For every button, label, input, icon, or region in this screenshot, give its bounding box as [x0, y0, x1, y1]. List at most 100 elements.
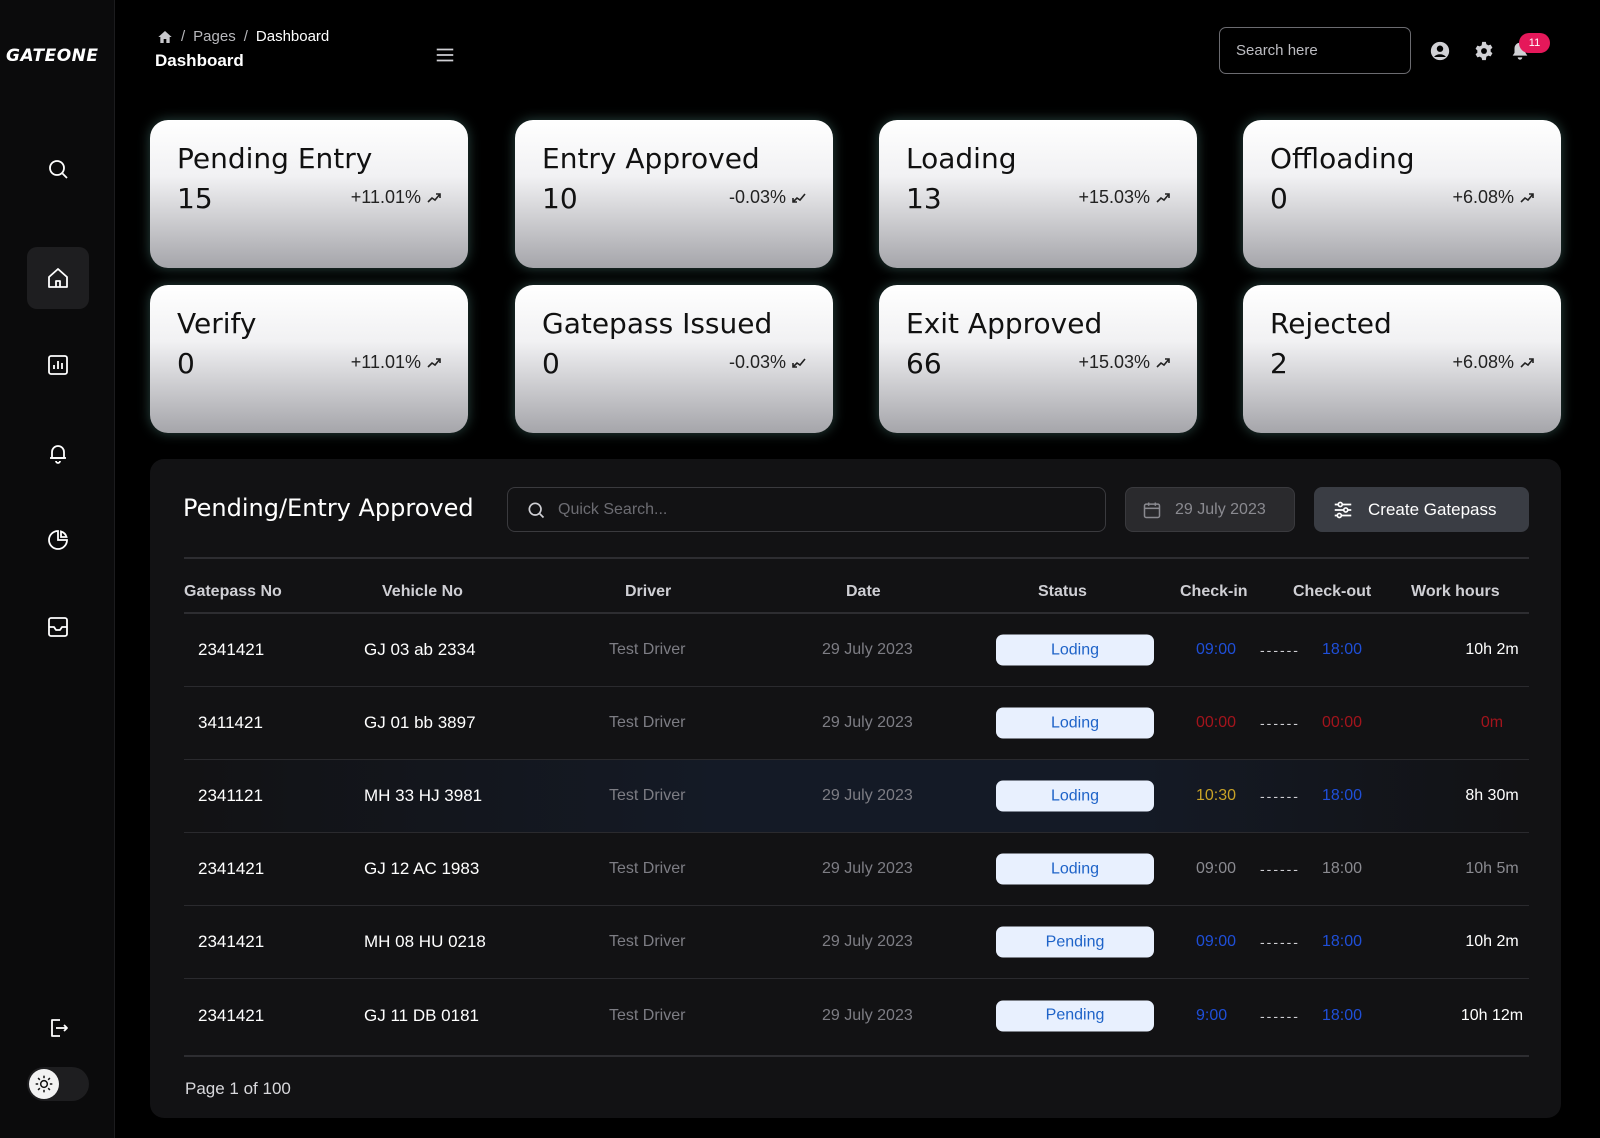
table-row[interactable]: 2341421 GJ 11 DB 0181 Test Driver 29 July 2…: [184, 979, 1529, 1052]
stat-card-change-value: +11.01%: [350, 187, 421, 207]
sidebar-home-button[interactable]: [27, 247, 89, 309]
stat-card[interactable]: Loading 13 +15.03%: [879, 120, 1197, 268]
time-separator: ------: [1260, 861, 1300, 877]
cell-vehicle-no: GJ 12 AC 1983: [364, 859, 480, 878]
cell-work-hours: 10h 2m: [1465, 933, 1519, 950]
cell-driver: Test Driver: [609, 714, 686, 731]
pie-chart-icon: [48, 530, 68, 550]
status-badge[interactable]: Pending: [996, 1000, 1154, 1031]
date-picker-label: 29 July 2023: [1175, 500, 1266, 518]
logout-icon: [51, 1019, 68, 1037]
sidebar-notifications-button[interactable]: [27, 422, 89, 484]
table-row[interactable]: 2341421 GJ 12 AC 1983 Test Driver 29 July 2…: [184, 833, 1529, 906]
table-row[interactable]: 2341421 MH 08 HU 0218 Test Driver 29 July 2…: [184, 906, 1529, 979]
sidebar-reports-button[interactable]: [27, 334, 89, 396]
column-header-vehicle[interactable]: Vehicle No: [382, 583, 463, 601]
status-badge[interactable]: Pending: [996, 926, 1154, 958]
stat-card[interactable]: Verify 0 +11.01%: [150, 285, 468, 433]
breadcrumb-pages[interactable]: Pages: [193, 28, 236, 45]
stat-card[interactable]: Offloading 0 +6.08%: [1243, 120, 1561, 268]
cell-date: 29 July 2023: [822, 714, 913, 731]
stat-card-title: Rejected: [1270, 307, 1392, 340]
table-row[interactable]: 3411421 GJ 01 bb 3897 Test Driver 29 July 2…: [184, 687, 1529, 760]
theme-toggle-knob[interactable]: [29, 1069, 59, 1099]
header-search-input[interactable]: [1219, 27, 1411, 74]
page-title: Dashboard: [155, 51, 244, 70]
cell-gatepass-no: 2341421: [198, 932, 265, 951]
column-header-driver[interactable]: Driver: [625, 583, 671, 601]
gear-icon[interactable]: [1473, 40, 1495, 62]
time-separator: ------: [1260, 1007, 1300, 1024]
sidebar: GATEONE: [0, 0, 115, 1138]
app-logo[interactable]: GATEONE: [6, 46, 98, 66]
stat-card[interactable]: Gatepass Issued 0 -0.03%: [515, 285, 833, 433]
home-icon: [48, 268, 68, 288]
cell-driver: Test Driver: [609, 641, 686, 658]
stat-card-value: 0: [1270, 182, 1288, 215]
stat-card-change: +11.01%: [351, 352, 442, 373]
cell-vehicle-no: GJ 03 ab 2334: [364, 640, 476, 659]
stat-card[interactable]: Exit Approved 66 +15.03%: [879, 285, 1197, 433]
create-gatepass-button[interactable]: Create Gatepass: [1314, 487, 1529, 532]
notification-badge[interactable]: 11: [1519, 33, 1550, 53]
breadcrumb: / Pages / Dashboard: [157, 28, 329, 45]
cell-work-hours: 8h 30m: [1465, 787, 1519, 804]
trend-down-icon: [792, 192, 806, 203]
stat-card-title: Loading: [906, 142, 1017, 175]
user-icon[interactable]: [1429, 40, 1451, 62]
cell-checkout: 18:00: [1322, 787, 1363, 804]
menu-icon[interactable]: [434, 44, 456, 66]
column-header-checkout[interactable]: Check-out: [1293, 583, 1371, 601]
theme-toggle[interactable]: [27, 1067, 89, 1101]
column-header-gatepass[interactable]: Gatepass No: [184, 583, 282, 601]
search-icon: [49, 160, 68, 179]
column-header-date[interactable]: Date: [846, 583, 881, 601]
stat-card[interactable]: Entry Approved 10 -0.03%: [515, 120, 833, 268]
stat-card-title: Exit Approved: [906, 307, 1103, 340]
stat-card[interactable]: Pending Entry 15 +11.01%: [150, 120, 468, 268]
time-separator: ------: [1260, 934, 1300, 950]
cell-work-hours: 10h 2m: [1465, 641, 1519, 658]
stat-card[interactable]: Rejected 2 +6.08%: [1243, 285, 1561, 433]
cell-gatepass-no: 3411421: [198, 713, 263, 732]
column-header-checkin[interactable]: Check-in: [1180, 583, 1248, 601]
stat-card-change: -0.03%: [729, 187, 807, 208]
column-header-status[interactable]: Status: [1038, 583, 1087, 601]
quick-search-input[interactable]: [558, 500, 1078, 519]
sidebar-inbox-button[interactable]: [27, 596, 89, 658]
cell-vehicle-no: MH 08 HU 0218: [364, 932, 486, 951]
stat-card-change: +6.08%: [1452, 352, 1535, 373]
cell-checkin: 09:00: [1196, 933, 1237, 950]
cell-checkin: 00:00: [1196, 714, 1237, 731]
breadcrumb-separator: /: [243, 28, 248, 45]
stat-card-value: 15: [177, 182, 213, 215]
status-badge[interactable]: Loding: [996, 780, 1154, 812]
trend-up-icon: [1156, 357, 1170, 368]
cell-date: 29 July 2023: [822, 787, 913, 804]
cell-date: 29 July 2023: [822, 1006, 913, 1024]
sidebar-analytics-button[interactable]: [27, 509, 89, 571]
sidebar-search-button[interactable]: [27, 138, 89, 200]
cell-work-hours: 10h 12m: [1460, 1006, 1524, 1024]
cell-driver: Test Driver: [609, 787, 686, 804]
status-badge[interactable]: Loding: [996, 853, 1154, 885]
chart-icon: [48, 355, 68, 375]
quick-search[interactable]: [507, 487, 1106, 532]
status-badge[interactable]: Loding: [996, 707, 1154, 739]
cell-checkout: 18:00: [1322, 860, 1363, 877]
table-row[interactable]: 2341421 GJ 03 ab 2334 Test Driver 29 July 2…: [184, 614, 1529, 687]
stat-card-value: 0: [542, 347, 560, 380]
cell-checkout: 00:00: [1322, 714, 1363, 731]
status-badge[interactable]: Loding: [996, 634, 1154, 666]
cell-work-hours: 10h 5m: [1465, 860, 1519, 877]
table-row[interactable]: 2341121 MH 33 HJ 3981 Test Driver 29 July 2…: [184, 760, 1529, 833]
trend-down-icon: [792, 357, 806, 368]
column-header-work-hours[interactable]: Work hours: [1411, 583, 1500, 601]
date-picker-button[interactable]: 29 July 2023: [1125, 487, 1295, 532]
trend-up-icon: [1520, 192, 1534, 203]
trend-up-icon: [1156, 192, 1170, 203]
cell-vehicle-no: GJ 01 bb 3897: [364, 713, 476, 732]
cell-vehicle-no: GJ 11 DB 0181: [364, 1005, 479, 1025]
home-icon[interactable]: [157, 29, 173, 45]
sidebar-logout-button[interactable]: [27, 997, 89, 1059]
